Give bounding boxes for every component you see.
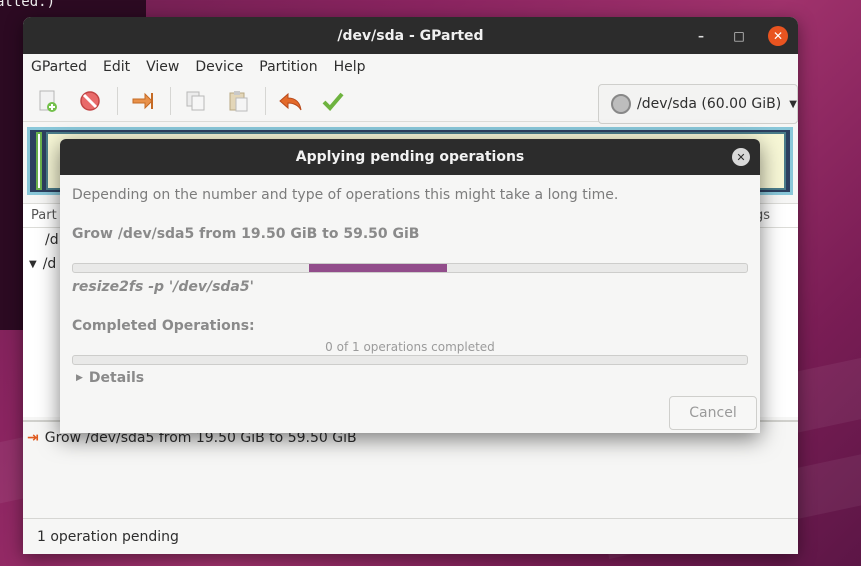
close-icon[interactable]: ✕ bbox=[732, 148, 750, 166]
delete-partition-icon[interactable] bbox=[75, 86, 105, 116]
toolbar-separator bbox=[170, 86, 171, 115]
menubar: GParted Edit View Device Partition Help bbox=[23, 54, 798, 80]
window-title: /dev/sda - GParted bbox=[337, 27, 484, 44]
dialog-title: Applying pending operations bbox=[295, 149, 525, 165]
chevron-right-icon: ▶ bbox=[76, 373, 83, 383]
menu-help[interactable]: Help bbox=[334, 59, 366, 75]
overall-progress-bar bbox=[72, 355, 748, 365]
window-controls: – □ ✕ bbox=[692, 17, 788, 54]
expander-arrow-icon[interactable]: ▼ bbox=[29, 259, 37, 270]
details-label: Details bbox=[88, 370, 145, 386]
harddisk-icon bbox=[611, 94, 631, 114]
status-text: 1 operation pending bbox=[37, 528, 179, 545]
completed-operations-label: Completed Operations: bbox=[72, 318, 255, 334]
dialog-titlebar[interactable]: Applying pending operations ✕ bbox=[60, 139, 760, 175]
current-command-label: resize2fs -p '/dev/sda5' bbox=[72, 279, 254, 295]
operation-progress-fill bbox=[308, 264, 448, 272]
resize-move-icon[interactable] bbox=[128, 86, 158, 116]
device-selector-label: /dev/sda (60.00 GiB) bbox=[637, 96, 782, 112]
toolbar: /dev/sda (60.00 GiB) ▼ bbox=[23, 80, 798, 124]
pending-operations-pane: ⇥ Grow /dev/sda5 from 19.50 GiB to 59.50… bbox=[23, 420, 798, 516]
menu-edit[interactable]: Edit bbox=[103, 59, 130, 75]
completed-count-label: 0 of 1 operations completed bbox=[325, 340, 495, 354]
current-operation-label: Grow /dev/sda5 from 19.50 GiB to 59.50 G… bbox=[72, 226, 420, 242]
paste-icon[interactable] bbox=[223, 86, 253, 116]
apply-checkmark-icon[interactable] bbox=[318, 86, 348, 116]
menu-gparted[interactable]: GParted bbox=[31, 59, 87, 75]
menu-device[interactable]: Device bbox=[195, 59, 243, 75]
partition-path: /d bbox=[42, 256, 57, 272]
statusbar: 1 operation pending bbox=[23, 518, 798, 554]
chevron-down-icon: ▼ bbox=[789, 98, 797, 110]
disk-map-small-partition[interactable] bbox=[36, 132, 42, 190]
cancel-button[interactable]: Cancel bbox=[669, 396, 757, 430]
new-partition-icon[interactable] bbox=[33, 86, 63, 116]
toolbar-separator bbox=[265, 86, 266, 115]
menu-partition[interactable]: Partition bbox=[259, 59, 317, 75]
dialog-description: Depending on the number and type of oper… bbox=[72, 187, 619, 203]
terminal-text: atted.) bbox=[0, 0, 56, 10]
minimize-icon[interactable]: – bbox=[692, 27, 710, 45]
resize-operation-icon: ⇥ bbox=[27, 430, 39, 446]
close-icon[interactable]: ✕ bbox=[768, 25, 788, 46]
operation-progress-bar bbox=[72, 263, 748, 273]
partition-path: /d bbox=[45, 232, 59, 248]
menu-view[interactable]: View bbox=[146, 59, 179, 75]
copy-icon[interactable] bbox=[181, 86, 211, 116]
dialog-body: Depending on the number and type of oper… bbox=[60, 175, 760, 433]
undo-icon[interactable] bbox=[276, 86, 306, 116]
maximize-icon[interactable]: □ bbox=[730, 27, 748, 45]
applying-operations-dialog: Applying pending operations ✕ Depending … bbox=[60, 139, 760, 433]
details-expander[interactable]: ▶ Details bbox=[76, 370, 144, 386]
toolbar-separator bbox=[117, 86, 118, 115]
header-partition[interactable]: Part bbox=[31, 208, 57, 223]
window-titlebar[interactable]: /dev/sda - GParted – □ ✕ bbox=[23, 17, 798, 54]
device-selector[interactable]: /dev/sda (60.00 GiB) ▼ bbox=[598, 84, 798, 124]
